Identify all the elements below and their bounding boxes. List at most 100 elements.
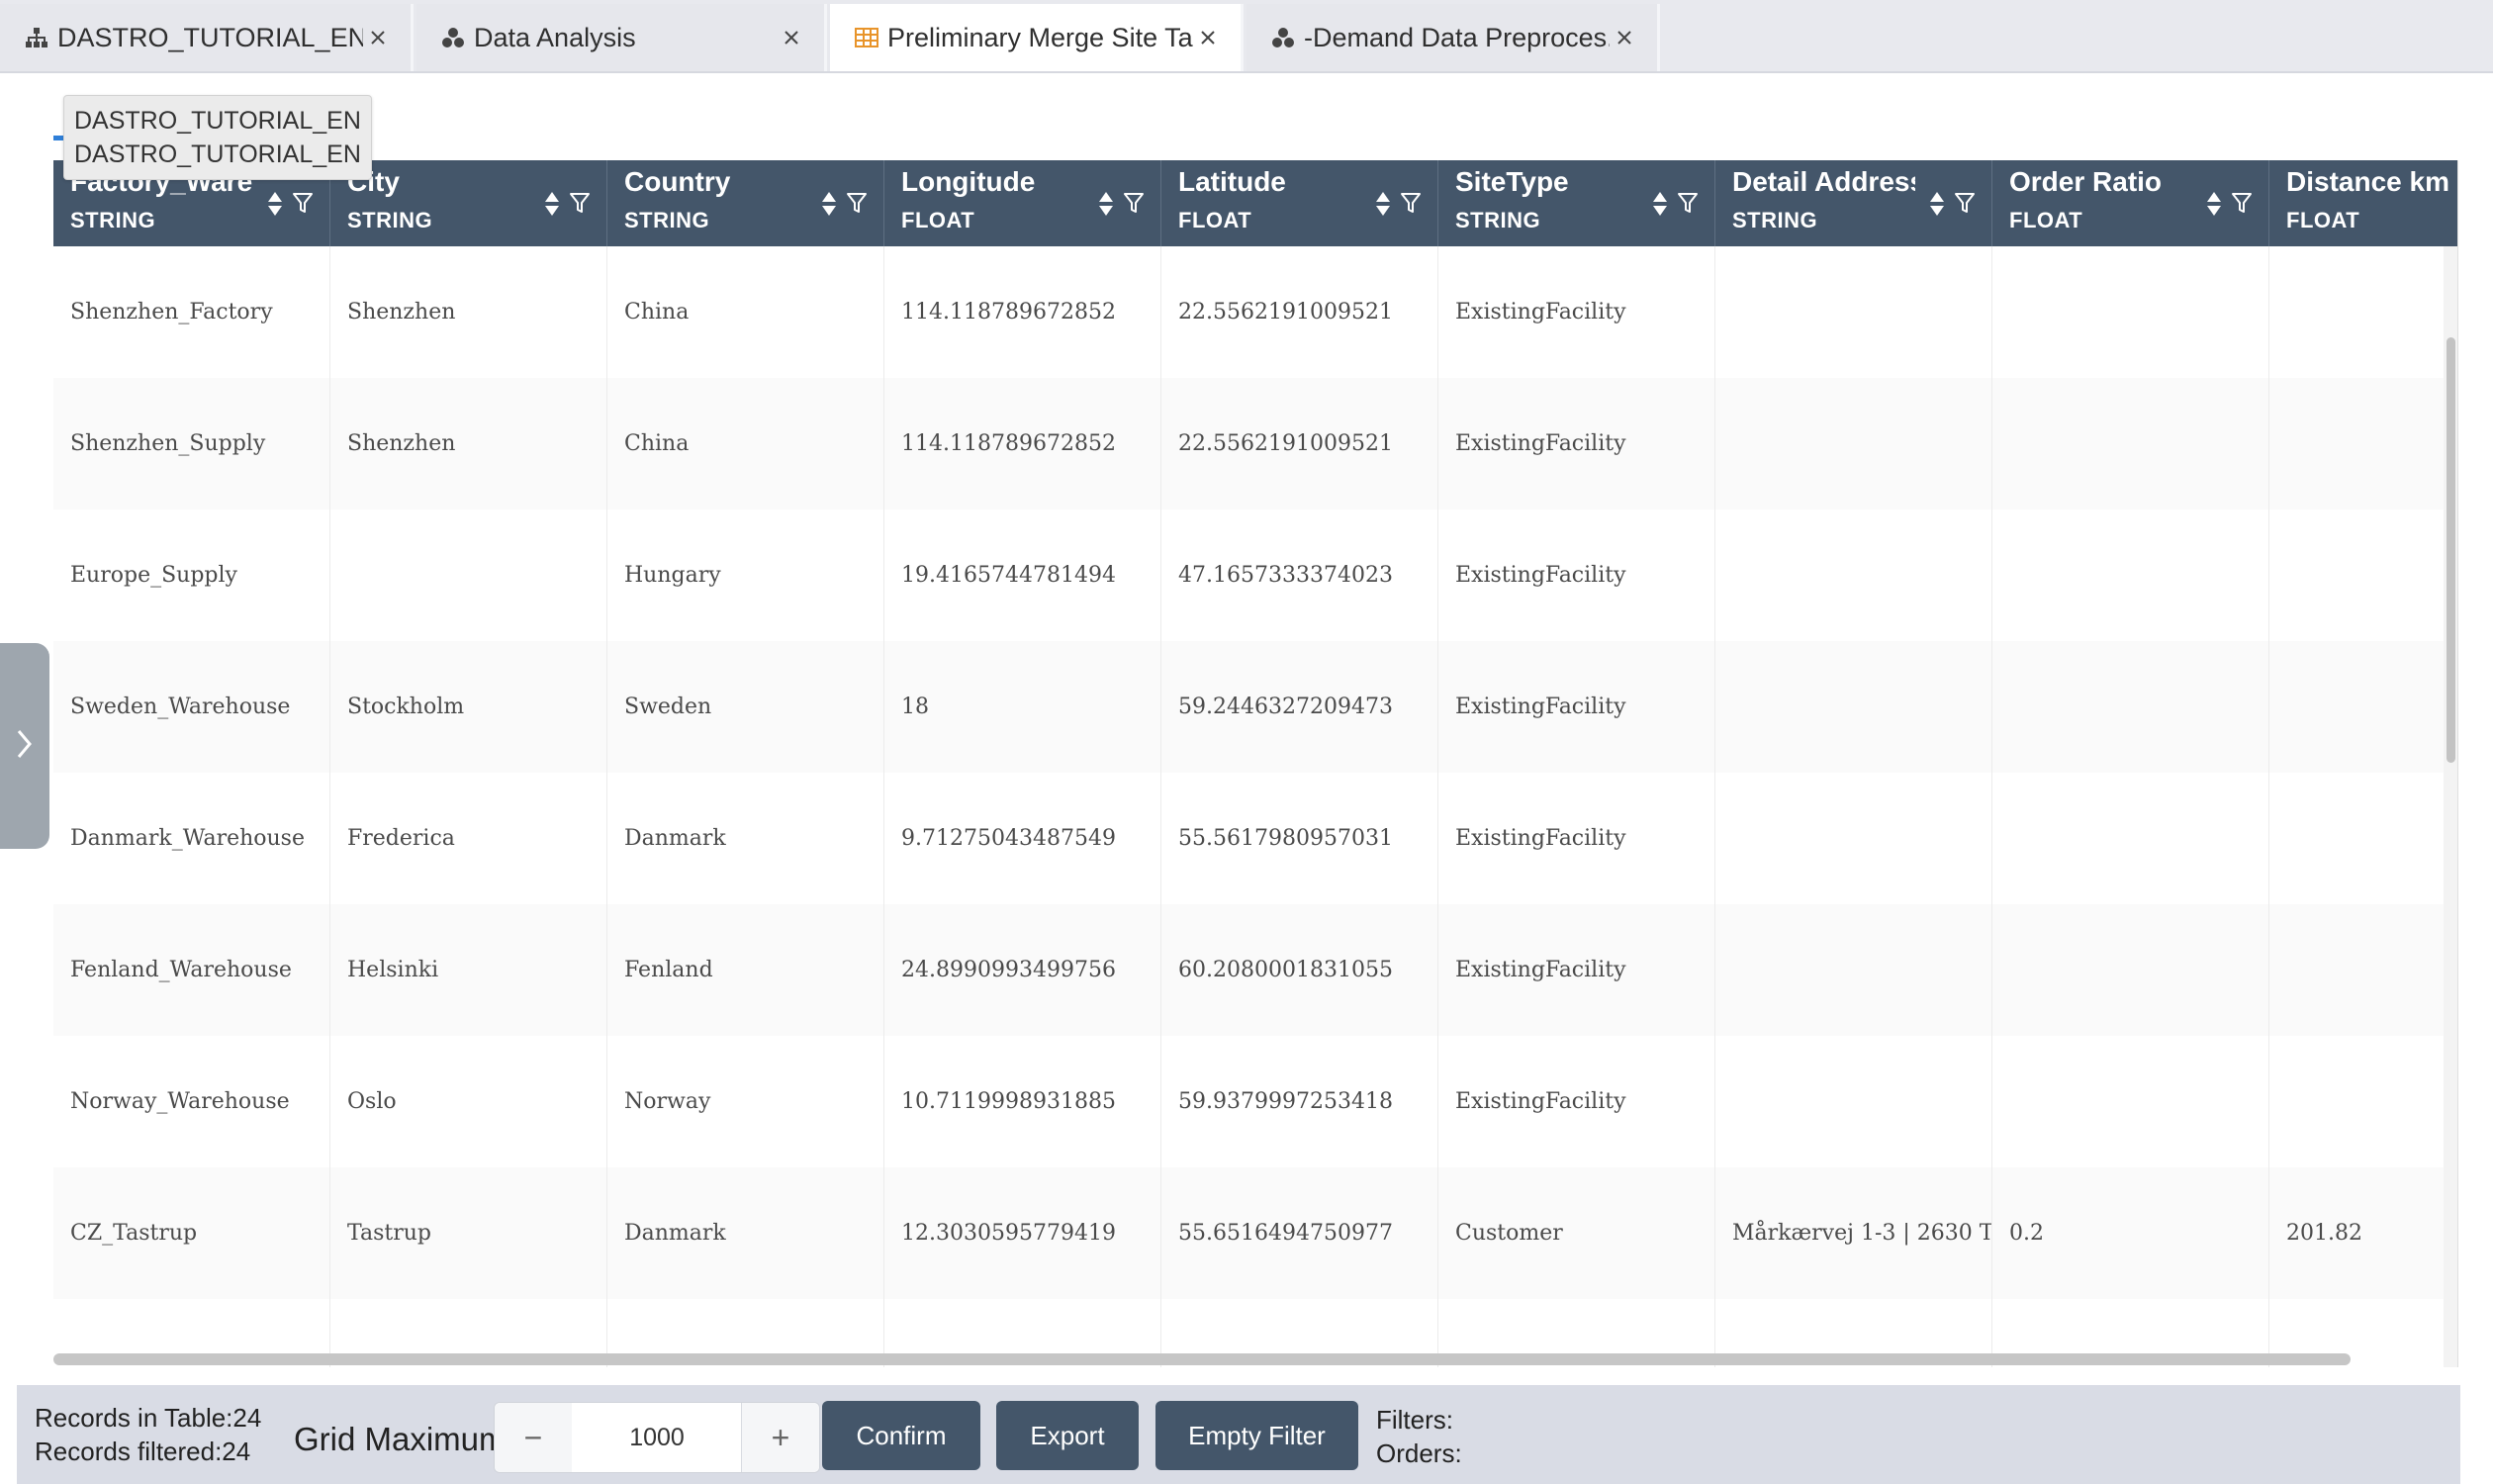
cell-country[interactable]: Danmark — [607, 773, 884, 904]
cell-detail-address[interactable] — [1715, 378, 1992, 510]
cell-latitude[interactable]: 59.9379997253418 — [1161, 1036, 1438, 1167]
cell-city[interactable]: Shenzhen — [330, 378, 607, 510]
confirm-button[interactable]: Confirm — [822, 1401, 980, 1470]
filter-icon[interactable] — [846, 191, 868, 215]
cell-city[interactable]: Frederica — [330, 773, 607, 904]
close-icon[interactable] — [363, 23, 393, 52]
vertical-scrollbar[interactable] — [2444, 246, 2457, 1367]
cell-detail-address[interactable] — [1715, 510, 1992, 641]
cell-distance-km[interactable] — [2269, 773, 2457, 904]
cell-sitetype[interactable]: ExistingFacility — [1438, 641, 1715, 773]
empty-filter-button[interactable]: Empty Filter — [1155, 1401, 1358, 1470]
cell-factory-ware[interactable]: Europe_Supply — [53, 510, 330, 641]
cell-latitude[interactable]: 55.6516494750977 — [1161, 1167, 1438, 1299]
cell-longitude[interactable]: 9.71275043487549 — [884, 773, 1161, 904]
cell-distance-km[interactable] — [2269, 904, 2457, 1036]
cell-city[interactable]: Oslo — [330, 1036, 607, 1167]
cell-factory-ware[interactable]: CZ_Tastrup — [53, 1167, 330, 1299]
cell-country[interactable]: Fenland — [607, 904, 884, 1036]
column-header-latitude[interactable]: Latitude FLOAT — [1161, 160, 1438, 246]
sort-icon[interactable] — [2205, 190, 2223, 218]
cell-detail-address[interactable] — [1715, 904, 1992, 1036]
cell-order-ratio[interactable] — [1992, 246, 2269, 378]
table-row[interactable]: Shenzhen_Factory Shenzhen China 114.1187896… — [53, 246, 2447, 379]
cell-sitetype[interactable]: ExistingFacility — [1438, 378, 1715, 510]
column-header-longitude[interactable]: Longitude FLOAT — [884, 160, 1161, 246]
cell-factory-ware[interactable]: Sweden_Warehouse — [53, 641, 330, 773]
sort-icon[interactable] — [266, 190, 284, 218]
table-row[interactable]: Norway_Warehouse Oslo Norway 10.71199989318… — [53, 1036, 2447, 1168]
cell-factory-ware[interactable]: Danmark_Warehouse — [53, 773, 330, 904]
filter-icon[interactable] — [292, 191, 314, 215]
cell-detail-address[interactable] — [1715, 773, 1992, 904]
cell-order-ratio[interactable] — [1992, 510, 2269, 641]
cell-latitude[interactable]: 59.2446327209473 — [1161, 641, 1438, 773]
cell-factory-ware[interactable]: Fenland_Warehouse — [53, 904, 330, 1036]
cell-city[interactable]: Stockholm — [330, 641, 607, 773]
close-icon[interactable] — [777, 23, 806, 52]
cell-distance-km[interactable] — [2269, 246, 2457, 378]
table-row[interactable]: Shenzhen_Supply Shenzhen China 114.11878967… — [53, 378, 2447, 510]
cell-order-ratio[interactable] — [1992, 904, 2269, 1036]
table-row[interactable]: CZ_Tastrup Tastrup Danmark 12.3030595779419… — [53, 1167, 2447, 1300]
cell-latitude[interactable]: 22.5562191009521 — [1161, 378, 1438, 510]
table-row[interactable]: Danmark_Warehouse Frederica Danmark 9.71275… — [53, 773, 2447, 905]
cell-factory-ware[interactable]: Shenzhen_Supply — [53, 378, 330, 510]
cell-longitude[interactable]: 12.3030595779419 — [884, 1167, 1161, 1299]
column-header-country[interactable]: Country STRING — [607, 160, 884, 246]
cell-order-ratio[interactable]: 0.2 — [1992, 1167, 2269, 1299]
cell-longitude[interactable]: 10.7119998931885 — [884, 1036, 1161, 1167]
decrement-button[interactable]: − — [495, 1403, 573, 1472]
cell-longitude[interactable]: 18 — [884, 641, 1161, 773]
cell-city[interactable]: Tastrup — [330, 1167, 607, 1299]
export-button[interactable]: Export — [996, 1401, 1139, 1470]
cell-longitude[interactable]: 114.118789672852 — [884, 378, 1161, 510]
cell-sitetype[interactable]: ExistingFacility — [1438, 510, 1715, 641]
cell-country[interactable]: Sweden — [607, 641, 884, 773]
cell-country[interactable]: China — [607, 378, 884, 510]
increment-button[interactable]: + — [741, 1403, 819, 1472]
filter-icon[interactable] — [2231, 191, 2253, 215]
grid-maximum-input[interactable] — [572, 1403, 742, 1472]
cell-factory-ware[interactable]: Shenzhen_Factory — [53, 246, 330, 378]
cell-order-ratio[interactable] — [1992, 378, 2269, 510]
tab-dastro-tutorial[interactable]: DASTRO_TUTORIAL_EN — [0, 4, 414, 71]
cell-distance-km[interactable] — [2269, 378, 2457, 510]
cell-longitude[interactable]: 114.118789672852 — [884, 246, 1161, 378]
cell-latitude[interactable]: 60.2080001831055 — [1161, 904, 1438, 1036]
cell-distance-km[interactable] — [2269, 510, 2457, 641]
sort-icon[interactable] — [1374, 190, 1392, 218]
horizontal-scrollbar-thumb[interactable] — [53, 1353, 2351, 1365]
cell-latitude[interactable]: 55.5617980957031 — [1161, 773, 1438, 904]
side-panel-toggle[interactable] — [0, 643, 49, 849]
filter-icon[interactable] — [1954, 191, 1976, 215]
column-header-order-ratio[interactable]: Order Ratio FLOAT — [1992, 160, 2269, 246]
cell-sitetype[interactable]: Customer — [1438, 1167, 1715, 1299]
vertical-scrollbar-thumb[interactable] — [2447, 337, 2455, 763]
filter-icon[interactable] — [1400, 191, 1422, 215]
table-row[interactable]: Fenland_Warehouse Helsinki Fenland 24.89909… — [53, 904, 2447, 1037]
cell-detail-address[interactable]: Mårkærvej 1-3 | 2630 Taastrup — [1715, 1167, 1992, 1299]
cell-sitetype[interactable]: ExistingFacility — [1438, 246, 1715, 378]
sort-icon[interactable] — [1928, 190, 1946, 218]
column-header-detail-address[interactable]: Detail Address STRING — [1715, 160, 1992, 246]
cell-longitude[interactable]: 19.4165744781494 — [884, 510, 1161, 641]
cell-order-ratio[interactable] — [1992, 773, 2269, 904]
tab-preliminary-merge-site[interactable]: Preliminary Merge Site Ta... — [830, 4, 1244, 71]
cell-distance-km[interactable]: 201.82 — [2269, 1167, 2457, 1299]
column-header-sitetype[interactable]: SiteType STRING — [1438, 160, 1715, 246]
filter-icon[interactable] — [1677, 191, 1699, 215]
cell-sitetype[interactable]: ExistingFacility — [1438, 773, 1715, 904]
filter-icon[interactable] — [1123, 191, 1145, 215]
cell-country[interactable]: China — [607, 246, 884, 378]
sort-icon[interactable] — [543, 190, 561, 218]
close-icon[interactable] — [1193, 23, 1223, 52]
tab-demand-data-preprocess[interactable]: -Demand Data Preproces... — [1246, 4, 1660, 71]
cell-order-ratio[interactable] — [1992, 1036, 2269, 1167]
close-icon[interactable] — [1610, 23, 1639, 52]
sort-icon[interactable] — [820, 190, 838, 218]
filter-icon[interactable] — [569, 191, 591, 215]
cell-city[interactable]: Helsinki — [330, 904, 607, 1036]
cell-sitetype[interactable]: ExistingFacility — [1438, 1036, 1715, 1167]
cell-country[interactable]: Hungary — [607, 510, 884, 641]
